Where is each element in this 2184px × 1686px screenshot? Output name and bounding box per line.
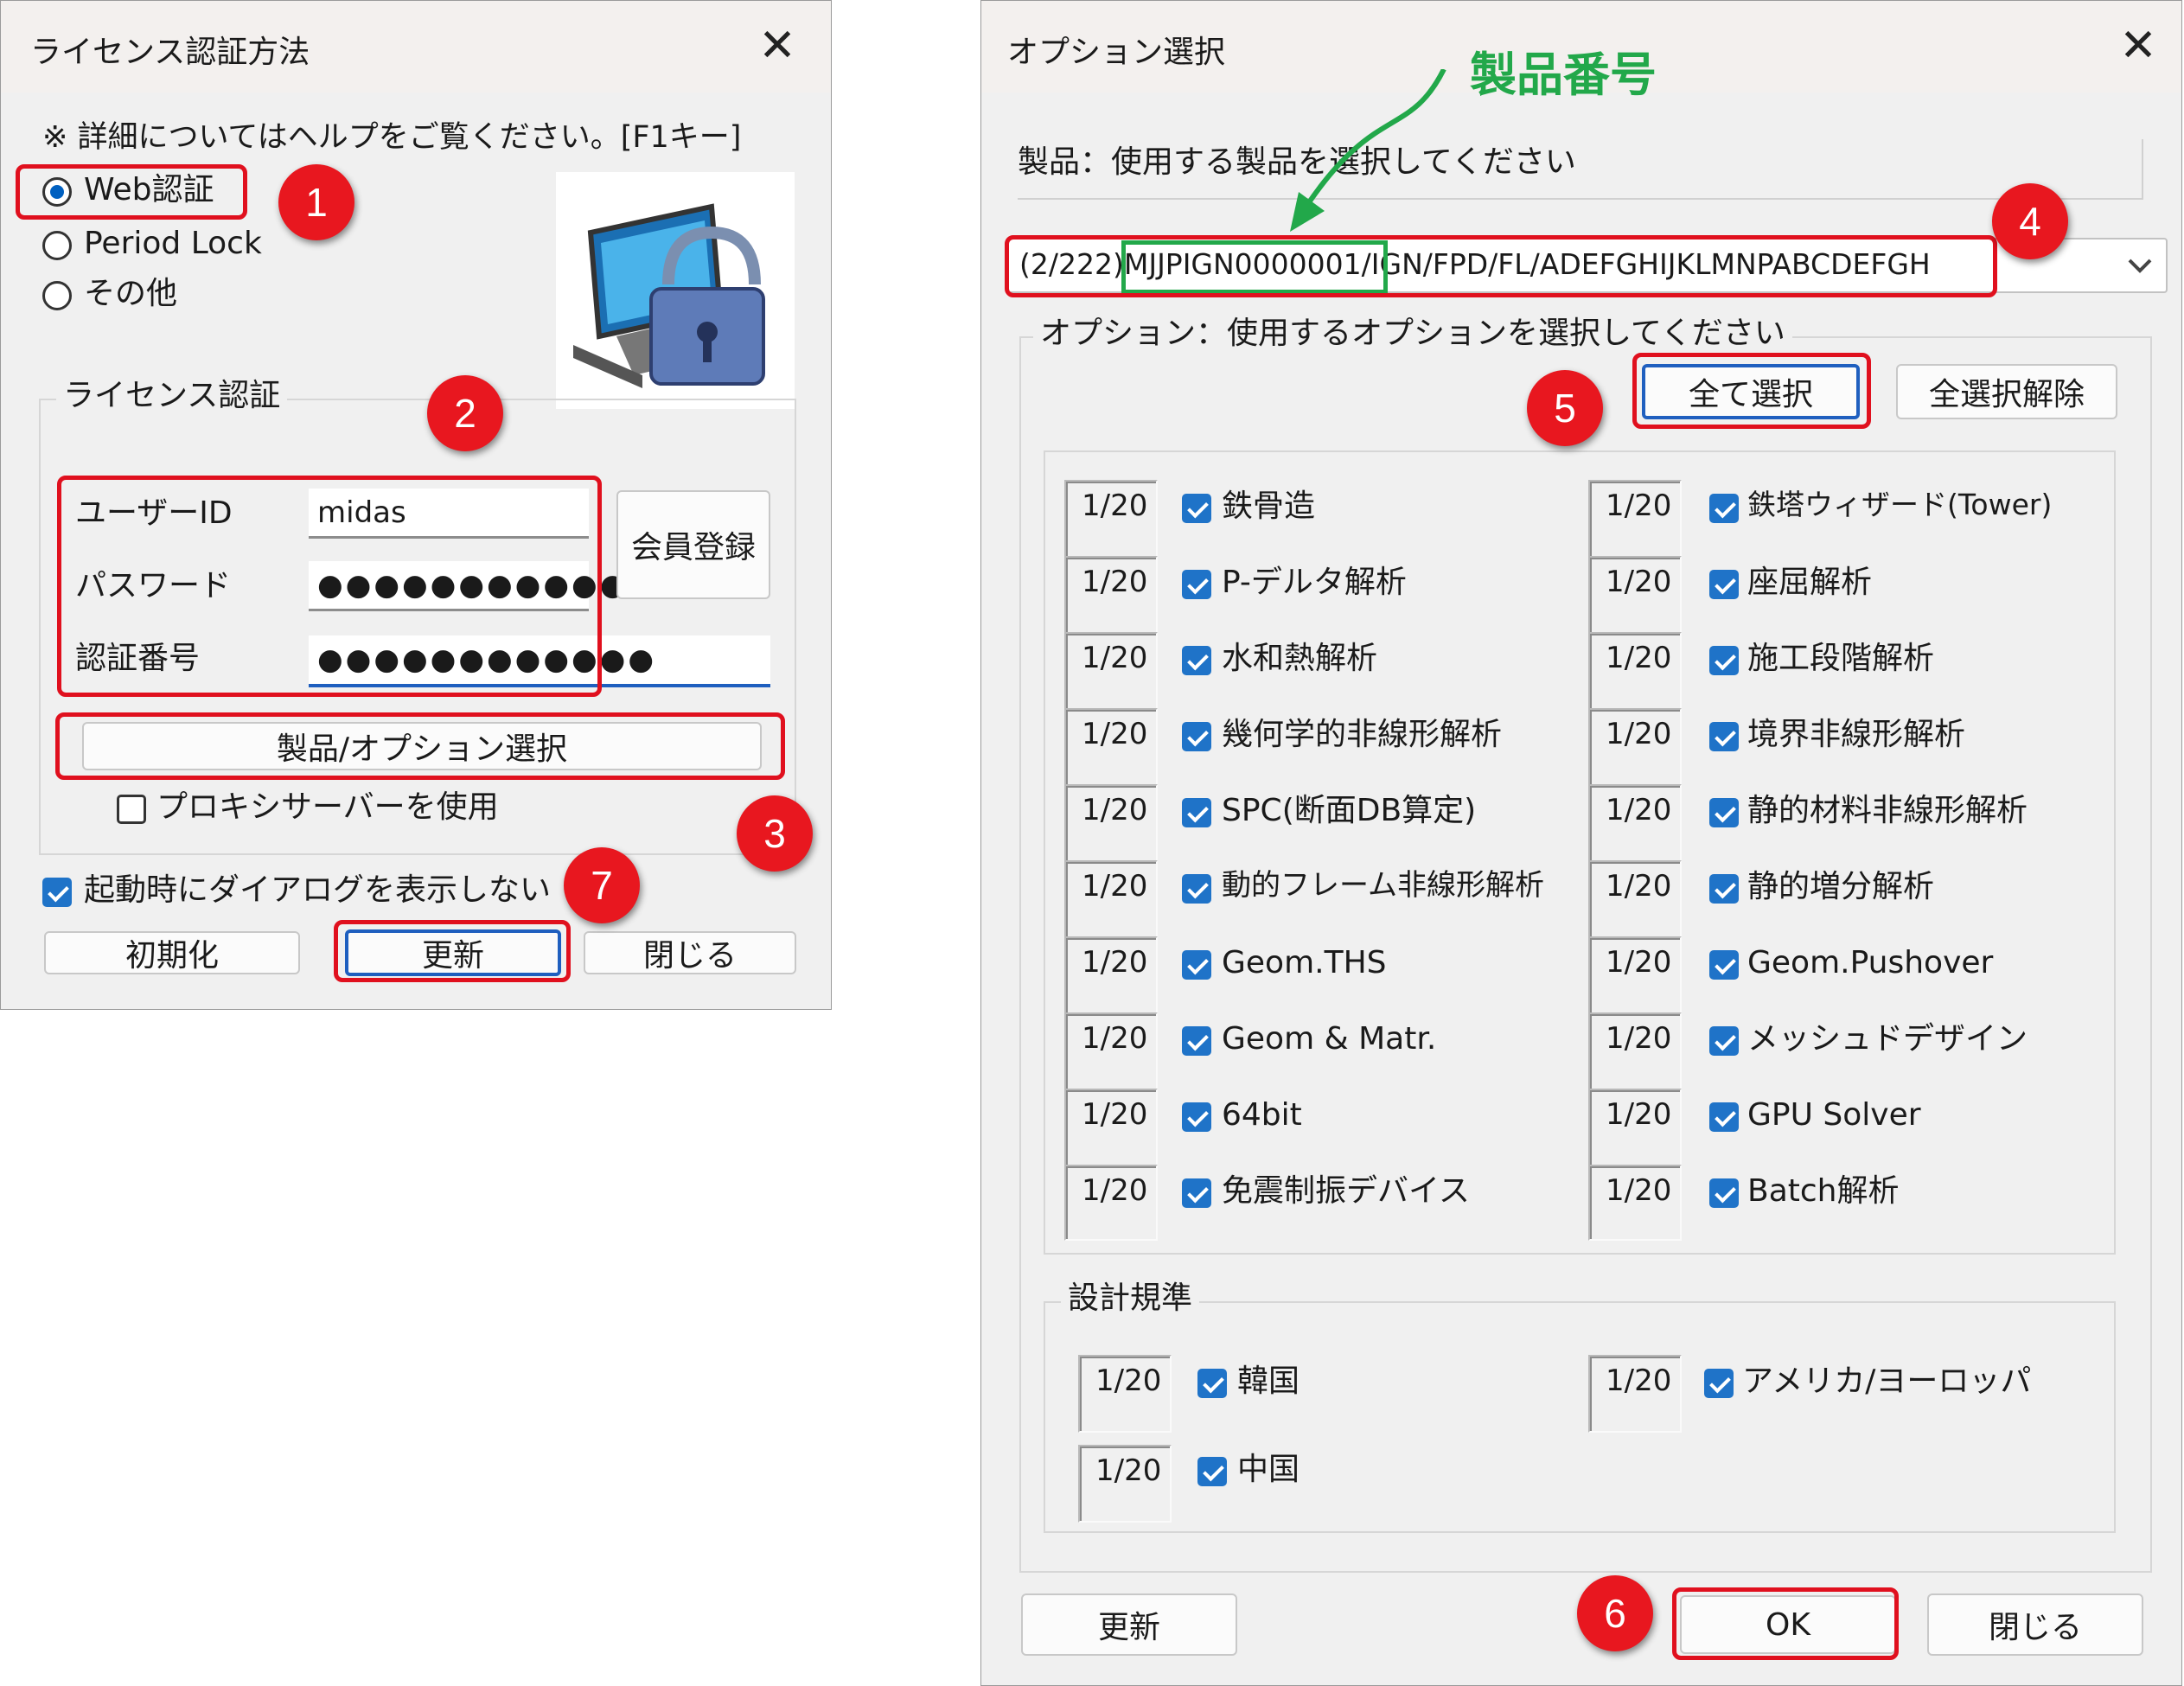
badge-7: 7 (564, 847, 640, 923)
badge-3: 3 (737, 795, 813, 872)
computer-lock-icon (556, 172, 795, 409)
license-dialog-titlebar: ライセンス認証方法 ✕ (1, 1, 831, 93)
highlight-select-all (1632, 353, 1871, 429)
option-label[interactable]: 鉄塔ウィザード(Tower) (1747, 489, 2052, 521)
highlight-credentials (57, 476, 602, 697)
radio-other[interactable] (42, 281, 72, 310)
option-row: 1/20 Batch解析 (1588, 1165, 2107, 1268)
option-checkbox[interactable] (1709, 950, 1739, 980)
product-prompt: 製品：使用する製品を選択してください (1018, 139, 2143, 200)
design-code-label[interactable]: 韓国 (1237, 1363, 1300, 1399)
badge-1: 1 (278, 164, 354, 240)
design-code-label[interactable]: 中国 (1237, 1452, 1300, 1487)
close-icon[interactable]: ✕ (751, 23, 803, 75)
radio-period-lock-label[interactable]: Period Lock (84, 226, 262, 261)
highlight-update (334, 920, 571, 982)
option-dialog-title: オプション選択 (1007, 35, 1226, 70)
design-code-checkbox[interactable] (1197, 1457, 1227, 1486)
design-code-count: 1/20 (1078, 1355, 1172, 1433)
highlight-product-select (1005, 235, 1997, 297)
option-checkbox[interactable] (1709, 494, 1739, 523)
no-dialog-label[interactable]: 起動時にダイアログを表示しない (84, 872, 551, 908)
arrow-icon (1280, 67, 1470, 242)
badge-5: 5 (1527, 370, 1603, 446)
license-dialog-title: ライセンス認証方法 (30, 35, 310, 70)
option-checkbox[interactable] (1182, 494, 1211, 523)
register-button[interactable]: 会員登録 (616, 490, 770, 599)
option-label[interactable]: 施工段階解析 (1747, 641, 1934, 676)
option-label[interactable]: 静的増分解析 (1747, 869, 1934, 904)
option-label[interactable]: 動的フレーム非線形解析 (1222, 868, 1544, 903)
highlight-product-option (55, 712, 785, 780)
option-label[interactable]: 64bit (1222, 1097, 1302, 1133)
chevron-down-icon[interactable] (2121, 245, 2159, 286)
option-checkbox[interactable] (1182, 874, 1211, 904)
options-right-column: 1/20 鉄塔ウィザード(Tower) 1/20 座屈解析 1/20 施工段階解… (1588, 480, 2107, 1241)
option-row: 1/20 免震制振デバイス (1064, 1165, 1583, 1268)
option-checkbox[interactable] (1182, 646, 1211, 675)
license-auth-group-label: ライセンス認証 (56, 378, 288, 414)
design-code-label[interactable]: アメリカ/ヨーロッパ (1742, 1363, 2031, 1399)
product-number-annotation: 製品番号 (1470, 48, 1657, 102)
option-label[interactable]: Geom.THS (1222, 945, 1387, 980)
option-checkbox[interactable] (1182, 950, 1211, 980)
option-checkbox[interactable] (1709, 646, 1739, 675)
close-icon[interactable]: ✕ (2112, 23, 2164, 75)
option-label[interactable]: SPC(断面DB算定) (1222, 793, 1476, 828)
badge-4: 4 (1992, 183, 2068, 259)
option-prompt: オプション：使用するオプションを選択してください (1033, 316, 1792, 352)
option-label[interactable]: GPU Solver (1747, 1097, 1921, 1133)
design-code-checkbox[interactable] (1197, 1369, 1227, 1398)
option-checkbox[interactable] (1182, 722, 1211, 751)
option-checkbox[interactable] (1709, 798, 1739, 827)
option-count: 1/20 (1064, 1165, 1158, 1241)
option-label[interactable]: Geom.Pushover (1747, 945, 1993, 980)
option-checkbox[interactable] (1709, 874, 1739, 904)
proxy-checkbox[interactable] (117, 795, 146, 824)
no-dialog-checkbox[interactable] (42, 878, 72, 907)
radio-other-label[interactable]: その他 (84, 276, 177, 311)
badge-6: 6 (1577, 1575, 1653, 1651)
option-checkbox[interactable] (1182, 1102, 1211, 1132)
option-label[interactable]: P-デルタ解析 (1222, 565, 1407, 600)
option-label[interactable]: 境界非線形解析 (1747, 717, 1965, 752)
help-note: ※ 詳細についてはヘルプをご覧ください。[F1キー] (42, 120, 742, 155)
highlight-web-auth (16, 164, 247, 220)
update-button[interactable]: 更新 (1021, 1593, 1237, 1656)
option-label[interactable]: 座屈解析 (1747, 565, 1872, 600)
option-label[interactable]: Batch解析 (1747, 1173, 1899, 1209)
option-label[interactable]: 幾何学的非線形解析 (1222, 717, 1502, 752)
design-code-checkbox[interactable] (1704, 1369, 1734, 1398)
option-checkbox[interactable] (1182, 798, 1211, 827)
option-label[interactable]: 免震制振デバイス (1222, 1173, 1470, 1209)
option-checkbox[interactable] (1182, 1178, 1211, 1208)
option-checkbox[interactable] (1182, 570, 1211, 599)
option-checkbox[interactable] (1709, 1026, 1739, 1056)
option-checkbox[interactable] (1709, 722, 1739, 751)
close-button[interactable]: 閉じる (584, 931, 796, 974)
option-label[interactable]: 鉄骨造 (1222, 489, 1315, 524)
design-code-group-label: 設計規準 (1061, 1280, 1200, 1317)
highlight-ok (1672, 1587, 1899, 1660)
option-label[interactable]: Geom & Matr. (1222, 1021, 1436, 1057)
design-code-count: 1/20 (1588, 1355, 1682, 1433)
design-code-group (1044, 1301, 2116, 1533)
option-label[interactable]: 静的材料非線形解析 (1747, 793, 2028, 828)
option-checkbox[interactable] (1709, 1102, 1739, 1132)
option-label[interactable]: メッシュドデザイン (1747, 1021, 2028, 1057)
deselect-all-button[interactable]: 全選択解除 (1896, 364, 2117, 419)
init-button[interactable]: 初期化 (44, 931, 300, 974)
option-label[interactable]: 水和熱解析 (1222, 641, 1377, 676)
close-button[interactable]: 閉じる (1927, 1593, 2143, 1656)
options-left-column: 1/20 鉄骨造 1/20 P-デルタ解析 1/20 水和熱解析 1/20 幾何… (1064, 480, 1583, 1241)
option-count: 1/20 (1588, 1165, 1682, 1241)
design-code-count: 1/20 (1078, 1445, 1172, 1523)
option-checkbox[interactable] (1709, 1178, 1739, 1208)
proxy-label[interactable]: プロキシサーバーを使用 (156, 789, 499, 825)
radio-period-lock[interactable] (42, 231, 72, 260)
option-checkbox[interactable] (1182, 1026, 1211, 1056)
badge-2: 2 (427, 375, 503, 451)
option-checkbox[interactable] (1709, 570, 1739, 599)
